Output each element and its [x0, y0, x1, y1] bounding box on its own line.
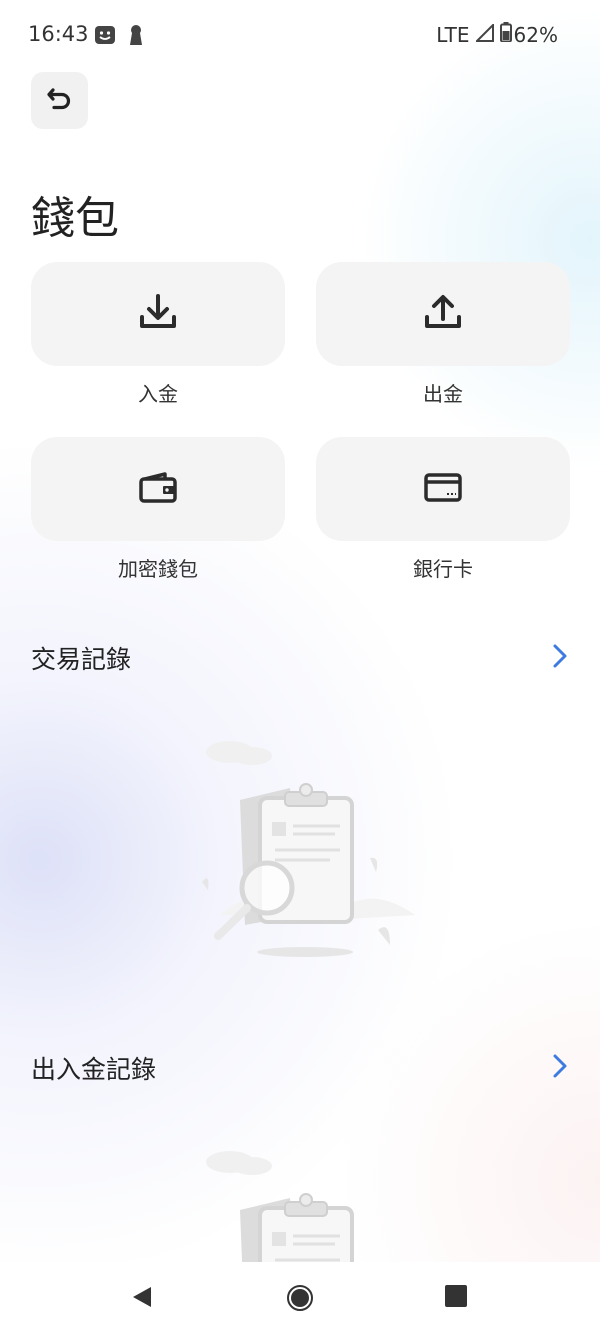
deposit-withdrawal-records-title: 出入金記錄 — [31, 1055, 157, 1084]
keyhole-icon — [128, 24, 144, 50]
nav-back-icon[interactable] — [129, 1284, 155, 1314]
undo-icon — [46, 86, 74, 116]
crypto-wallet-button[interactable] — [31, 437, 285, 541]
system-nav-bar — [0, 1262, 600, 1333]
deposit-label: 入金 — [138, 382, 178, 406]
bank-card-label: 銀行卡 — [413, 557, 473, 581]
deposit-withdrawal-records-link[interactable]: 出入金記錄 — [31, 1048, 569, 1088]
page-title: 錢包 — [31, 193, 119, 244]
signal-icon — [474, 22, 494, 47]
bank-card-button[interactable] — [316, 437, 570, 541]
crypto-wallet-label: 加密錢包 — [118, 557, 198, 581]
status-bar: 16:43 LTE 62% — [0, 0, 600, 70]
chevron-right-icon — [551, 643, 569, 673]
app-notification-icon — [94, 24, 116, 50]
status-time: 16:43 — [28, 22, 89, 46]
battery-icon — [499, 22, 512, 47]
deposit-button[interactable] — [31, 262, 285, 366]
wallet-icon — [137, 466, 179, 512]
battery-level: 62% — [513, 22, 558, 47]
withdraw-button[interactable] — [316, 262, 570, 366]
back-button[interactable] — [31, 72, 88, 129]
chevron-right-icon — [551, 1053, 569, 1083]
bank-card-icon — [422, 466, 464, 512]
nav-recents-icon[interactable] — [444, 1284, 468, 1312]
download-icon — [137, 291, 179, 337]
withdraw-label: 出金 — [423, 382, 463, 406]
empty-state-illustration — [180, 1140, 430, 1262]
network-label: LTE — [436, 22, 470, 47]
empty-state-illustration — [180, 730, 430, 969]
transaction-records-link[interactable]: 交易記錄 — [31, 638, 569, 678]
transaction-records-title: 交易記錄 — [31, 645, 132, 674]
nav-home-icon[interactable] — [286, 1284, 314, 1316]
upload-icon — [422, 291, 464, 337]
status-right: LTE 62% — [430, 22, 558, 47]
